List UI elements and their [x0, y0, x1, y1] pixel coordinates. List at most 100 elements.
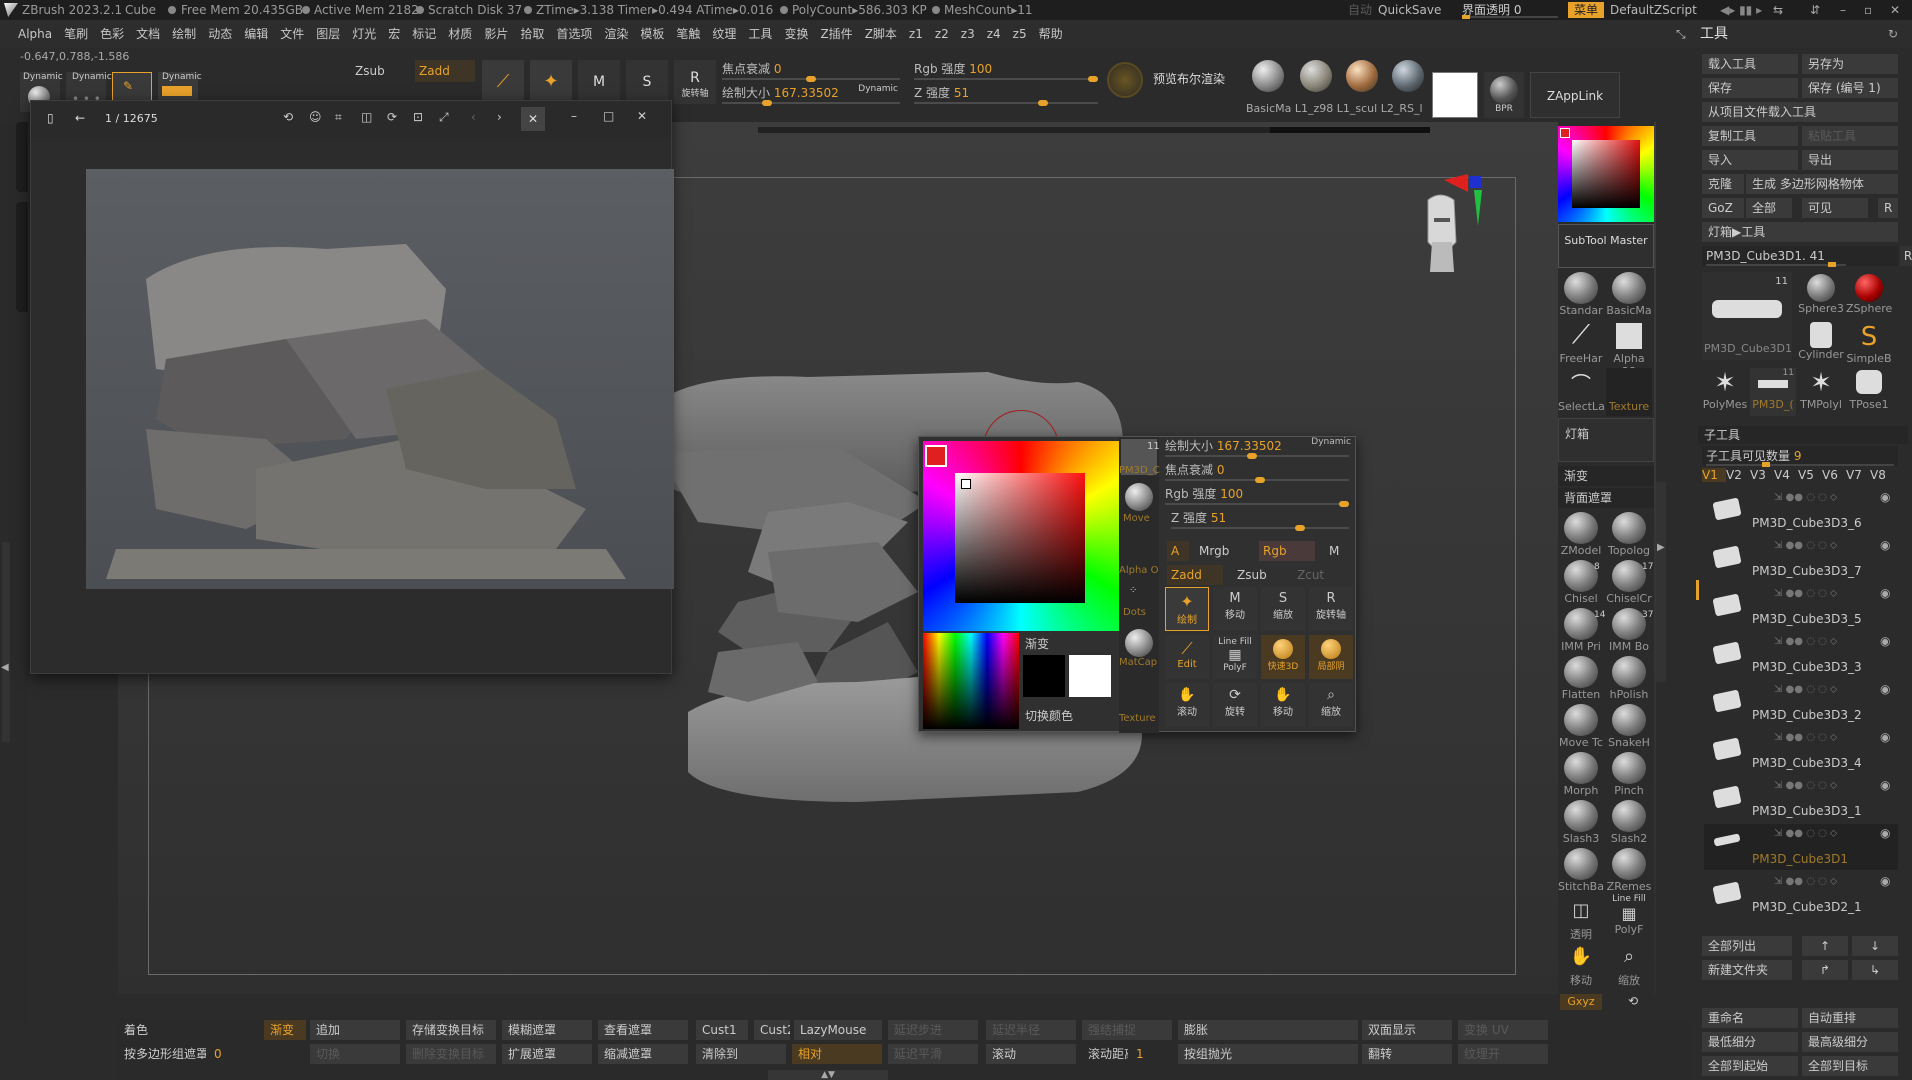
draw-mode-button[interactable]: ✦ [530, 60, 572, 104]
shelf-button[interactable]: LazyMouse [794, 1020, 882, 1040]
menu-item[interactable]: 帮助 [1039, 27, 1063, 41]
shelf-button[interactable]: 相对 [792, 1044, 882, 1064]
subtool-controls-icon[interactable]: ⇲ ●● ◌ ◌ ⬦ [1774, 540, 1837, 551]
menu-item[interactable]: 笔刷 [64, 27, 88, 41]
brush-button[interactable]: ZRemes [1606, 848, 1652, 896]
rotate-icon[interactable]: ⟳ [387, 110, 397, 124]
rgb-button[interactable]: Rgb [1259, 541, 1315, 561]
brush-button[interactable]: Move Tc [1558, 704, 1604, 752]
tool-action-button[interactable]: 克隆 [1702, 174, 1744, 194]
fit-icon[interactable]: ⊡ [413, 110, 423, 124]
current-color-swatch[interactable] [1560, 128, 1570, 138]
local-symmetry-icon[interactable]: ⟲ [1628, 994, 1638, 1008]
tool-action-button[interactable]: R [1878, 198, 1898, 218]
layout-icons[interactable]: ◀▸ ▮▮ ▸ [1720, 0, 1762, 20]
tool-action-button[interactable]: 导出 [1802, 150, 1898, 170]
left-shelf-item[interactable] [16, 122, 28, 192]
shelf-button[interactable]: 删除变换目标 [406, 1044, 496, 1064]
z-intensity-slider[interactable]: Z 强度 51 [914, 84, 1100, 106]
shelf-button[interactable]: 缩减遮罩 [598, 1044, 688, 1064]
shelf-button[interactable]: 清除到 [696, 1044, 786, 1064]
texture-button[interactable]: Texture [1606, 368, 1652, 416]
visibility-eye-icon[interactable]: ◉ [1880, 490, 1890, 504]
brush-button[interactable]: Topolog [1606, 512, 1652, 560]
zsub-button[interactable]: Zsub [1237, 565, 1267, 585]
zadd-button[interactable]: Zadd [415, 60, 475, 82]
tpose-thumbnail[interactable]: TPose1 [1846, 368, 1892, 416]
menu-item[interactable]: Z脚本 [865, 27, 897, 41]
popup-focal-slider[interactable]: 焦点衰减 0 [1165, 461, 1353, 483]
menu-item[interactable]: z2 [935, 27, 949, 41]
menu-button[interactable]: 菜单 [1568, 2, 1605, 18]
sphere3d-thumbnail[interactable]: Sphere3 [1798, 274, 1844, 322]
zcut-button[interactable]: Zcut [1297, 565, 1324, 585]
zsub-button[interactable]: Zsub [355, 64, 385, 78]
shelf-button[interactable]: 模糊遮罩 [502, 1020, 592, 1040]
standard-brush-button[interactable]: Standar [1558, 272, 1604, 320]
canvas-scrollbar[interactable] [758, 127, 1430, 133]
version-tab[interactable]: V3 [1750, 468, 1774, 482]
shelf-button[interactable]: 延迟半径 [986, 1020, 1076, 1040]
shelf-button[interactable]: 翻转 [1362, 1044, 1452, 1064]
edit-mode-button[interactable]: ⟋ Edit [1165, 635, 1209, 679]
subtool-item[interactable]: ⇲ ●● ◌ ◌ ⬦ ◉ PM3D_Cube3D3_6 [1704, 488, 1898, 534]
r-button[interactable]: R [1900, 246, 1912, 266]
viewer-maximize-icon[interactable]: □ [603, 109, 614, 123]
rgb-intensity-slider[interactable]: Rgb 强度 100 [914, 60, 1100, 82]
tool-action-button[interactable]: 灯箱▶工具 [1702, 222, 1898, 242]
visibility-eye-icon[interactable]: ◉ [1880, 778, 1890, 792]
move-view-button[interactable]: ✋ 移动 [1261, 683, 1305, 727]
popup-rgb-slider[interactable]: Rgb 强度 100 [1165, 485, 1353, 507]
back-mask-toggle[interactable]: 背面遮罩 [1558, 488, 1654, 508]
tool-action-button[interactable]: 生成 多边形网格物体 [1746, 174, 1898, 194]
bpr-preview-icon[interactable] [1107, 62, 1143, 98]
subtool-action-button[interactable]: ↳ [1852, 960, 1898, 980]
shelf-button[interactable]: 强结捕捉 [1082, 1020, 1172, 1040]
menu-item[interactable]: Z插件 [820, 27, 852, 41]
xyz-symmetry-button[interactable]: Gxyz [1560, 994, 1602, 1010]
menu-item[interactable]: 纹理 [712, 27, 736, 41]
primary-color-swatch[interactable] [1069, 655, 1111, 697]
menu-item[interactable]: 标记 [412, 27, 436, 41]
pin-icon[interactable]: ✕ [521, 107, 545, 131]
subtool-action-button[interactable]: ↑ [1802, 936, 1848, 956]
menu-item[interactable]: 动态 [208, 27, 232, 41]
brush-button[interactable]: Flatten [1558, 656, 1604, 704]
version-tab[interactable]: V2 [1726, 468, 1750, 482]
transparent-button[interactable]: ◫ 透明 [1558, 900, 1604, 948]
shelf-button[interactable]: 滚动距离 [1082, 1044, 1128, 1064]
tool-action-button[interactable]: 导入 [1702, 150, 1798, 170]
shelf-button[interactable]: 0 [208, 1044, 238, 1064]
subtool-action-button[interactable]: 自动重排 [1802, 1008, 1898, 1028]
tool-action-button[interactable]: 复制工具 [1702, 126, 1798, 146]
brush-button[interactable]: ZModel [1558, 512, 1604, 560]
subtool-action-button[interactable]: 全部到起始 [1702, 1056, 1798, 1076]
subtool-action-button[interactable]: ↓ [1852, 936, 1898, 956]
menu-item[interactable]: 绘制 [172, 27, 196, 41]
menu-item[interactable]: 宏 [388, 27, 400, 41]
brush-button[interactable]: Slash2 [1606, 800, 1652, 848]
quick-3d-button[interactable]: 快速3D [1261, 635, 1305, 679]
pm3d-thumbnail[interactable]: 11 PM3D_( [1750, 368, 1796, 416]
bpr-button[interactable]: BPR [1484, 72, 1524, 118]
local-shade-button[interactable]: 局部阴 [1309, 635, 1353, 679]
shelf-button[interactable]: 双面显示 [1362, 1020, 1452, 1040]
menu-item[interactable]: 拾取 [520, 27, 544, 41]
mrgb-button[interactable]: Mrgb [1199, 541, 1229, 561]
zsphere-thumbnail[interactable]: ZSphere [1846, 274, 1892, 322]
menu-item[interactable]: 文档 [136, 27, 160, 41]
default-zscript-button[interactable]: DefaultZScript [1610, 0, 1697, 20]
tool-action-button[interactable]: 从项目文件载入工具 [1702, 102, 1898, 122]
restore-icon[interactable]: ▫ [1864, 0, 1872, 20]
menu-item[interactable]: z3 [961, 27, 975, 41]
material-sphere-icon[interactable] [1252, 60, 1284, 92]
subtool-header[interactable]: 子工具 [1698, 426, 1908, 444]
edit-mode-button[interactable]: ⟋ [482, 60, 524, 104]
scale-mode-button[interactable]: S [626, 60, 668, 104]
image-viewer-window[interactable]: ▯ ← 1 / 12675 ⟲ ☺ ⌗ ◫ ⟳ ⊡ ⤢ ‹ › ✕ – □ ✕ [30, 100, 674, 674]
right-tray-arrow-icon[interactable]: ▶ [1657, 542, 1665, 553]
tool-action-button[interactable]: 保存 [1702, 78, 1798, 98]
brush-button[interactable]: Morph [1558, 752, 1604, 800]
edit-icon[interactable]: ⟲ [283, 110, 293, 124]
subtool-item[interactable]: ⇲ ●● ◌ ◌ ⬦ ◉ PM3D_Cube3D1 [1704, 824, 1898, 870]
